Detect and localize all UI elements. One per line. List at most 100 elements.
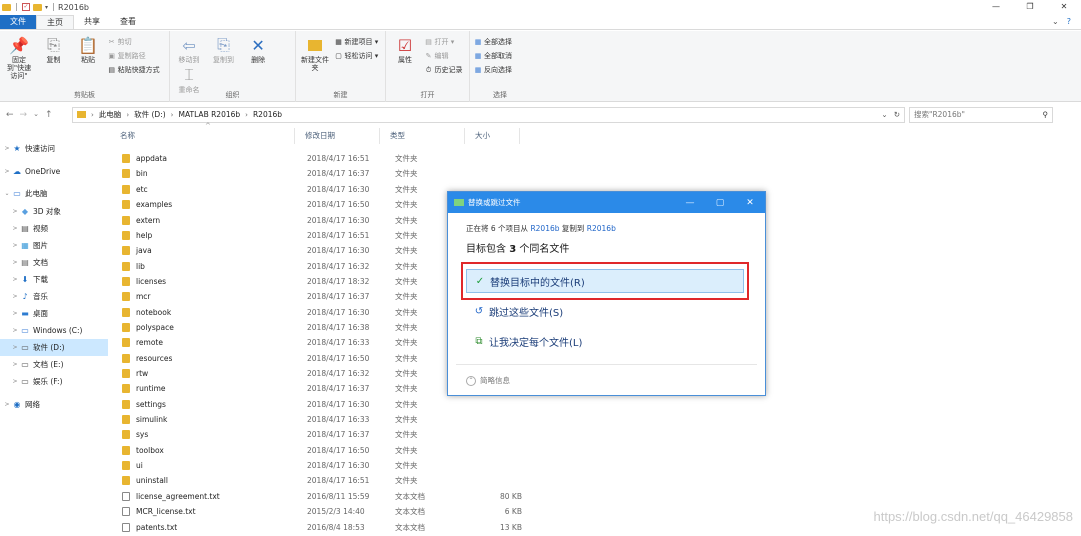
copy-button[interactable]: ⎘ 复制	[39, 34, 69, 64]
chevron-right-icon[interactable]: ›	[171, 111, 174, 119]
chevron-right-icon[interactable]: ›	[245, 111, 248, 119]
copy-to-button[interactable]: ⎘ 复制到	[209, 34, 239, 64]
new-item-button[interactable]: ▦ 新建项目 ▾	[335, 36, 378, 47]
tab-file[interactable]: 文件	[0, 15, 36, 29]
back-arrow-icon[interactable]: ←	[6, 110, 14, 120]
close-button[interactable]: ✕	[1047, 0, 1081, 14]
chevron-right-icon[interactable]: >	[10, 310, 20, 317]
column-header-name[interactable]: 名称	[110, 128, 295, 144]
maximize-button[interactable]: ❐	[1013, 0, 1047, 14]
delete-button[interactable]: ✕ 删除	[243, 34, 273, 65]
nav-item[interactable]: > ♪ 音乐	[0, 288, 108, 305]
file-row[interactable]: ui 2018/4/17 16:30 文件夹	[110, 458, 550, 473]
chevron-right-icon[interactable]: >	[10, 259, 20, 266]
customize-dropdown-icon[interactable]: ▾	[45, 4, 48, 11]
edit-button[interactable]: ✎ 编辑	[425, 50, 463, 61]
forward-arrow-icon[interactable]: →	[20, 110, 28, 120]
chevron-right-icon[interactable]: >	[10, 361, 20, 368]
help-icon[interactable]: ?	[1067, 15, 1071, 29]
nav-item[interactable]: > ◉ 网络	[0, 396, 108, 413]
tab-view[interactable]: 查看	[110, 15, 146, 29]
nav-item[interactable]: > ☁ OneDrive	[0, 163, 108, 180]
file-row[interactable]: uninstall 2018/4/17 16:51 文件夹	[110, 473, 550, 488]
nav-item[interactable]: > ▭ 娱乐 (F:)	[0, 373, 108, 390]
nav-item[interactable]: > ▭ Windows (C:)	[0, 322, 108, 339]
properties-quick-icon[interactable]: ✓	[22, 3, 30, 11]
copy-path-button[interactable]: ▣ 复制路径	[108, 50, 160, 61]
decide-each-option[interactable]: ⧉ 让我决定每个文件(L)	[466, 329, 744, 353]
paste-button[interactable]: 📋 粘贴	[73, 34, 103, 65]
destination-folder-link[interactable]: R2016b	[587, 224, 616, 233]
dialog-maximize-button[interactable]: ▢	[705, 198, 735, 208]
file-row[interactable]: appdata 2018/4/17 16:51 文件夹	[110, 151, 550, 166]
open-button[interactable]: ▤ 打开 ▾	[425, 36, 463, 47]
breadcrumb-matlab[interactable]: MATLAB R2016b	[178, 110, 240, 119]
nav-item[interactable]: ⌄ ▭ 此电脑	[0, 185, 108, 202]
nav-item[interactable]: > ▭ 软件 (D:)	[0, 339, 108, 356]
chevron-right-icon[interactable]: >	[10, 208, 20, 215]
search-input[interactable]: 搜索"R2016b" ⚲	[909, 106, 1053, 123]
file-row[interactable]: license_agreement.txt 2016/8/11 15:59 文本文档…	[110, 489, 550, 504]
history-button[interactable]: ⏱ 历史记录	[425, 64, 463, 75]
chevron-down-icon[interactable]: ⌄	[2, 190, 12, 197]
nav-item[interactable]: > ▤ 文档	[0, 254, 108, 271]
nav-item[interactable]: > ▦ 图片	[0, 237, 108, 254]
chevron-right-icon[interactable]: ›	[126, 111, 129, 119]
file-row[interactable]: simulink 2018/4/17 16:33 文件夹	[110, 412, 550, 427]
cut-button[interactable]: ✂ 剪切	[108, 36, 160, 47]
nav-item[interactable]: > ▬ 桌面	[0, 305, 108, 322]
chevron-right-icon[interactable]: >	[10, 344, 20, 351]
nav-item[interactable]: > ★ 快速访问	[0, 140, 108, 157]
nav-item[interactable]: > ⬇ 下载	[0, 271, 108, 288]
chevron-right-icon[interactable]: >	[10, 327, 20, 334]
chevron-right-icon[interactable]: ›	[91, 111, 94, 119]
minimize-button[interactable]: —	[979, 0, 1013, 14]
dialog-close-button[interactable]: ✕	[735, 198, 765, 208]
new-folder-quick-icon[interactable]	[33, 3, 42, 11]
file-row[interactable]: toolbox 2018/4/17 16:50 文件夹	[110, 443, 550, 458]
nav-item[interactable]: > ▤ 视频	[0, 220, 108, 237]
file-row[interactable]: bin 2018/4/17 16:37 文件夹	[110, 166, 550, 181]
address-bar[interactable]: › 此电脑 › 软件 (D:) › MATLAB R2016b › R2016b…	[72, 106, 905, 123]
file-row[interactable]: sys 2018/4/17 16:37 文件夹	[110, 427, 550, 442]
file-row[interactable]: patents.txt 2016/8/4 18:53 文本文档 13 KB	[110, 519, 550, 534]
move-to-button[interactable]: ⇦ 移动到	[174, 34, 204, 65]
new-folder-button[interactable]: 新建文件夹	[300, 34, 330, 72]
chevron-right-icon[interactable]: >	[2, 401, 12, 408]
tab-share[interactable]: 共享	[74, 15, 110, 29]
collapse-ribbon-icon[interactable]: ⌄	[1052, 15, 1059, 29]
invert-selection-button[interactable]: ▦ 反向选择	[474, 64, 512, 75]
file-row[interactable]: MCR_license.txt 2015/2/3 14:40 文本文档 6 KB	[110, 504, 550, 519]
breadcrumb-this-pc[interactable]: 此电脑	[99, 109, 122, 120]
replace-files-option[interactable]: ✓ 替换目标中的文件(R)	[466, 269, 744, 293]
source-folder-link[interactable]: R2016b	[530, 224, 559, 233]
dialog-minimize-button[interactable]: —	[675, 198, 705, 208]
skip-files-option[interactable]: ↺ 跳过这些文件(S)	[466, 299, 744, 323]
select-none-button[interactable]: ▦ 全部取消	[474, 50, 512, 61]
properties-button[interactable]: ☑ 属性	[390, 34, 420, 65]
recent-locations-icon[interactable]: ⌄	[33, 110, 39, 120]
refresh-icon[interactable]: ↻	[894, 110, 900, 119]
column-header-size[interactable]: 大小	[465, 128, 520, 144]
column-header-date[interactable]: 修改日期	[295, 128, 380, 144]
fewer-details-toggle[interactable]: ⌃ 简略信息	[466, 375, 510, 386]
chevron-right-icon[interactable]: >	[10, 378, 20, 385]
nav-item[interactable]: > ◆ 3D 对象	[0, 203, 108, 220]
paste-shortcut-button[interactable]: ▤ 粘贴快捷方式	[108, 64, 159, 75]
easy-access-button[interactable]: ▢ 轻松访问 ▾	[335, 50, 378, 61]
chevron-right-icon[interactable]: >	[2, 168, 12, 175]
nav-item[interactable]: > ▭ 文档 (E:)	[0, 356, 108, 373]
chevron-right-icon[interactable]: >	[10, 276, 20, 283]
chevron-right-icon[interactable]: >	[10, 293, 20, 300]
column-header-type[interactable]: 类型	[380, 128, 465, 144]
file-row[interactable]: settings 2018/4/17 16:30 文件夹	[110, 397, 550, 412]
breadcrumb-drive-d[interactable]: 软件 (D:)	[134, 109, 166, 120]
chevron-right-icon[interactable]: >	[2, 145, 12, 152]
chevron-right-icon[interactable]: >	[10, 242, 20, 249]
up-arrow-icon[interactable]: ↑	[45, 110, 53, 120]
select-all-button[interactable]: ▦ 全部选择	[474, 36, 512, 47]
tab-home[interactable]: 主页	[36, 15, 74, 29]
search-icon[interactable]: ⚲	[1043, 110, 1053, 119]
breadcrumb-r2016b[interactable]: R2016b	[253, 110, 282, 119]
pin-quick-access-button[interactable]: 📌 固定到"快速访问"	[4, 34, 34, 81]
